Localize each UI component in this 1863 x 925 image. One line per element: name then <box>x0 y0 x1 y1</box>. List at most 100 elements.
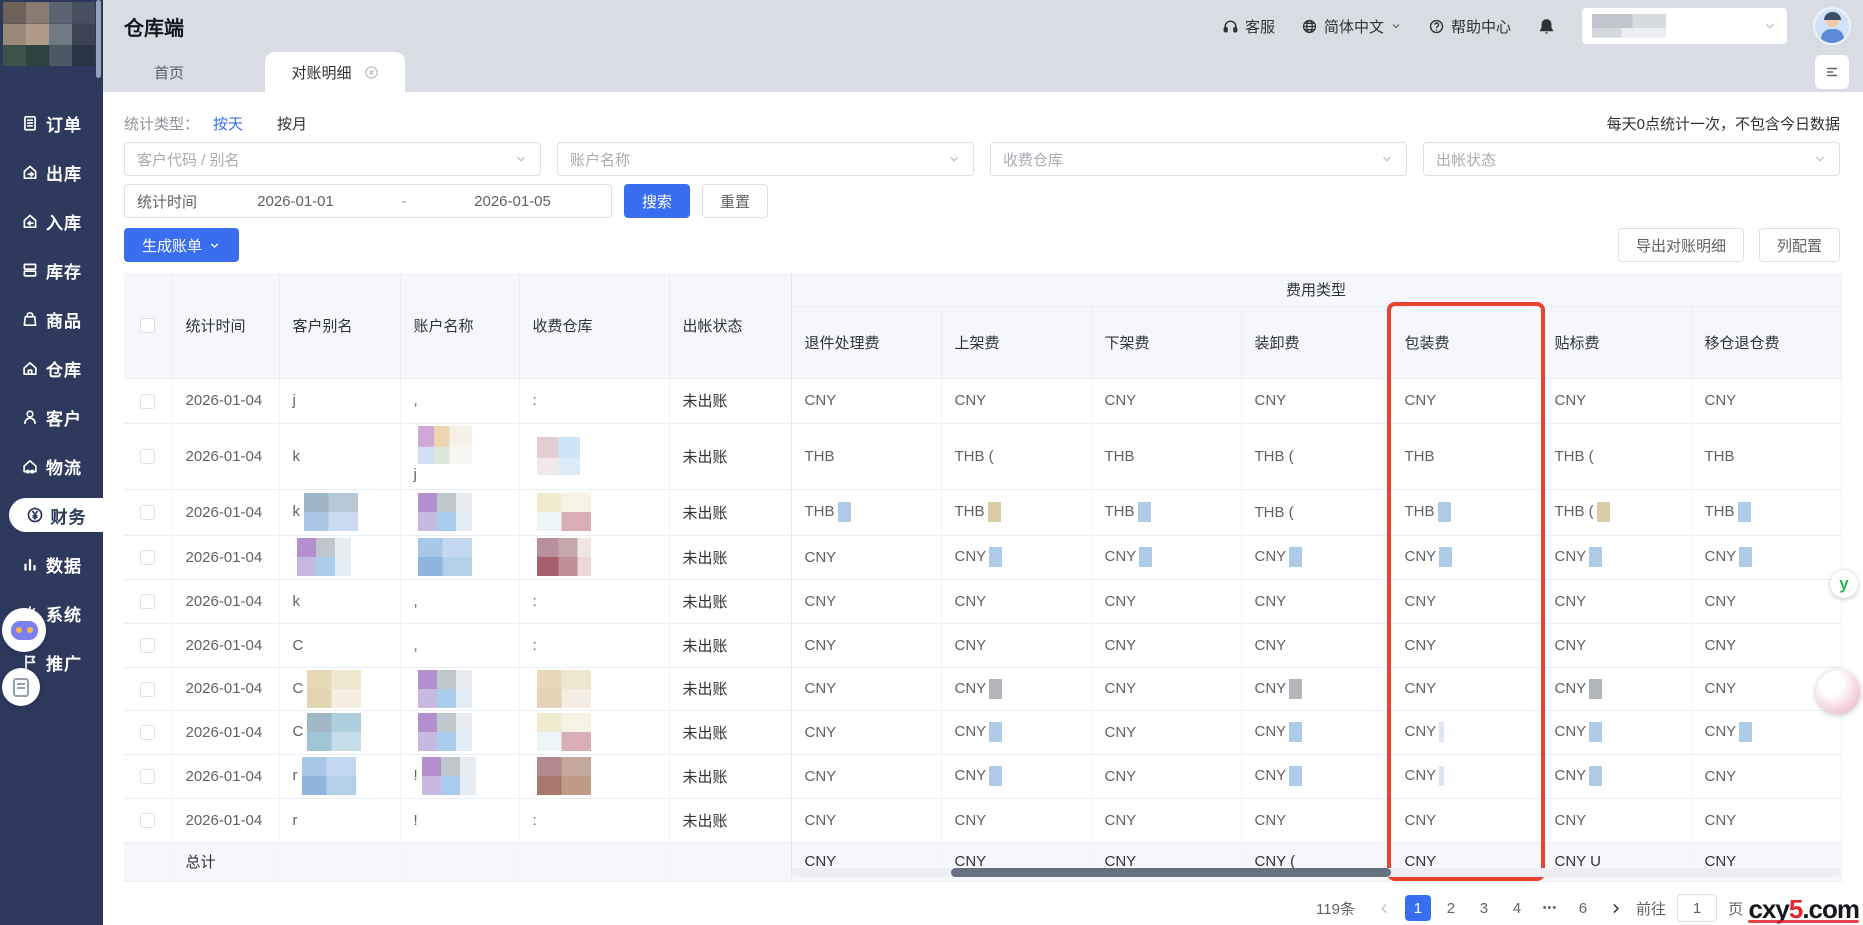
fee-cell: CNY <box>791 798 941 842</box>
page-button-2[interactable]: 2 <box>1438 895 1464 921</box>
sidebar-item-财务[interactable]: 财务 <box>9 498 103 532</box>
fee-cell: CNY <box>1091 754 1241 798</box>
filter-select-1[interactable]: 账户名称 <box>557 142 974 176</box>
redacted-mosaic <box>297 538 351 576</box>
language-switcher[interactable]: 简体中文 <box>1301 16 1402 37</box>
fee-cell: CNY <box>1541 710 1691 754</box>
search-button[interactable]: 搜索 <box>624 184 690 218</box>
redacted-mosaic <box>988 502 1001 522</box>
stat-type-by-day[interactable]: 按天 <box>213 113 243 134</box>
page-ellipsis[interactable]: ••• <box>1537 895 1563 921</box>
checkbox-cell <box>124 623 172 667</box>
row-checkbox[interactable] <box>140 394 155 409</box>
tab-close-button[interactable] <box>364 65 379 80</box>
row-checkbox[interactable] <box>140 505 155 520</box>
filter-select-3[interactable]: 出帐状态 <box>1423 142 1840 176</box>
select-all-header <box>124 273 172 378</box>
sidebar-item-出库[interactable]: 出库 <box>0 155 103 189</box>
date-cell: 2026-01-04 <box>172 579 279 623</box>
redacted-mosaic <box>537 538 591 576</box>
export-detail-button[interactable]: 导出对账明细 <box>1618 228 1744 262</box>
horizontal-scrollbar[interactable] <box>791 868 1841 877</box>
mascot-float-widget[interactable] <box>1816 670 1860 714</box>
sidebar-item-数据[interactable]: 数据 <box>0 547 103 581</box>
cell <box>519 535 669 579</box>
page-button-1[interactable]: 1 <box>1405 895 1431 921</box>
fee-column-header-移仓退仓费: 移仓退仓费 <box>1691 306 1841 378</box>
redacted-mosaic <box>1289 547 1302 567</box>
stat-note: 每天0点统计一次，不包含今日数据 <box>1607 113 1840 134</box>
sidebar-item-客户[interactable]: 客户 <box>0 400 103 434</box>
account-select[interactable] <box>1582 8 1787 44</box>
stat-type-by-month[interactable]: 按月 <box>277 113 307 134</box>
customer-service-button[interactable]: 客服 <box>1222 16 1275 37</box>
redacted-mosaic <box>1439 766 1444 786</box>
date-to-value[interactable]: 2026-01-05 <box>414 193 611 210</box>
goto-page-input[interactable] <box>1677 894 1717 922</box>
redacted-mosaic <box>1439 547 1452 567</box>
assistant-robot-widget[interactable] <box>2 608 46 652</box>
fee-cell: CNY <box>941 754 1091 798</box>
date-from-value[interactable]: 2026-01-01 <box>197 193 394 210</box>
tab-reconciliation-detail[interactable]: 对账明细 <box>265 52 405 92</box>
fee-cell: CNY <box>1691 798 1841 842</box>
cell: : <box>519 579 669 623</box>
sidebar-item-库存[interactable]: 库存 <box>0 253 103 287</box>
row-checkbox[interactable] <box>140 638 155 653</box>
fee-cell: CNY <box>1391 710 1541 754</box>
reset-button[interactable]: 重置 <box>702 184 768 218</box>
cell: C <box>279 623 400 667</box>
fee-cell: THB <box>1391 423 1541 489</box>
fee-cell: THB <box>791 423 941 489</box>
stat-type-row: 统计类型： 按天 按月 每天0点统计一次，不包含今日数据 <box>124 112 1840 134</box>
row-checkbox[interactable] <box>140 769 155 784</box>
row-checkbox[interactable] <box>140 449 155 464</box>
page-button-4[interactable]: 4 <box>1504 895 1530 921</box>
date-range-picker[interactable]: 统计时间 2026-01-01 - 2026-01-05 <box>124 184 612 218</box>
status-cell: 未出账 <box>669 798 791 842</box>
row-checkbox[interactable] <box>140 682 155 697</box>
date-filter-row: 统计时间 2026-01-01 - 2026-01-05 搜索 重置 <box>124 184 768 218</box>
cell <box>519 667 669 710</box>
sidebar-item-入库[interactable]: 入库 <box>0 204 103 238</box>
fee-cell: CNY <box>1691 710 1841 754</box>
page-button-3[interactable]: 3 <box>1471 895 1497 921</box>
fee-column-header-装卸费: 装卸费 <box>1241 306 1391 378</box>
filter-select-2[interactable]: 收费仓库 <box>990 142 1407 176</box>
filter-select-0[interactable]: 客户代码 / 别名 <box>124 142 541 176</box>
sidebar-scrollbar[interactable] <box>96 0 101 78</box>
cell: , <box>400 579 519 623</box>
column-config-button[interactable]: 列配置 <box>1759 228 1840 262</box>
scrollbar-thumb[interactable] <box>951 868 1391 877</box>
action-row: 生成账单 导出对账明细 列配置 <box>124 228 1840 262</box>
chat-float-widget[interactable]: y <box>1830 570 1858 598</box>
fee-cell: THB <box>1391 489 1541 535</box>
row-checkbox[interactable] <box>140 813 155 828</box>
column-header-账户名称: 账户名称 <box>400 273 519 378</box>
help-center-button[interactable]: 帮助中心 <box>1428 16 1511 37</box>
sidebar-item-物流[interactable]: 物流 <box>0 449 103 483</box>
fee-column-header-下架费: 下架费 <box>1091 306 1241 378</box>
sidebar-item-订单[interactable]: 订单 <box>0 106 103 140</box>
select-all-checkbox[interactable] <box>140 318 155 333</box>
sidebar-item-仓库[interactable]: 仓库 <box>0 351 103 385</box>
row-checkbox[interactable] <box>140 725 155 740</box>
row-checkbox[interactable] <box>140 594 155 609</box>
row-checkbox[interactable] <box>140 550 155 565</box>
generate-bill-button[interactable]: 生成账单 <box>124 228 239 262</box>
prev-page-button[interactable] <box>1372 895 1398 921</box>
tab-list-button[interactable] <box>1815 55 1849 89</box>
sidebar-item-商品[interactable]: 商品 <box>0 302 103 336</box>
data-icon <box>21 555 39 573</box>
date-cell: 2026-01-04 <box>172 798 279 842</box>
status-cell: 未出账 <box>669 579 791 623</box>
notifications-button[interactable] <box>1537 17 1556 36</box>
fee-cell: CNY <box>1691 754 1841 798</box>
column-header-收费仓库: 收费仓库 <box>519 273 669 378</box>
next-page-button[interactable] <box>1603 895 1629 921</box>
tab-home[interactable]: 首页 <box>124 52 214 92</box>
fee-cell: CNY <box>1241 754 1391 798</box>
page-button-6[interactable]: 6 <box>1570 895 1596 921</box>
doc-float-widget[interactable] <box>2 668 40 706</box>
user-avatar[interactable] <box>1813 7 1851 45</box>
